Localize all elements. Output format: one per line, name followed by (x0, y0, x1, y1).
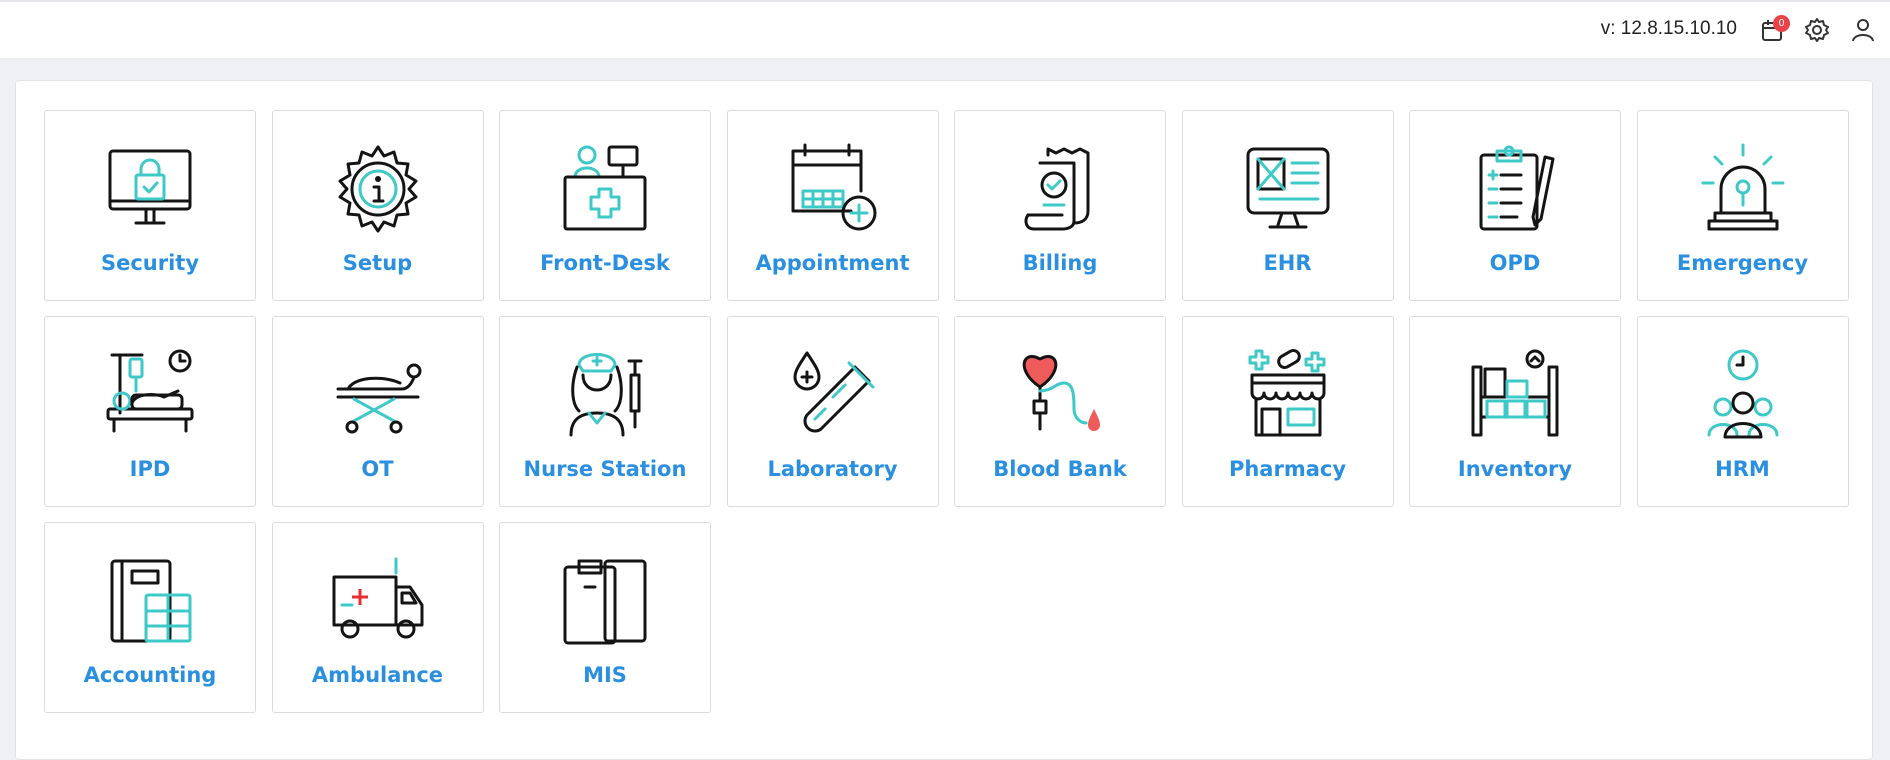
module-grid: Security Setup Front-Desk Appointment Bi… (44, 110, 1849, 713)
gear-info-icon (338, 145, 417, 233)
module-tile-nurse-station[interactable]: Nurse Station (499, 316, 711, 507)
module-tile-ot[interactable]: OT (271, 316, 484, 507)
module-tile-emergency[interactable]: Emergency (1636, 110, 1849, 301)
ambulance-icon (332, 557, 423, 639)
test-tube-icon (793, 351, 874, 433)
module-tile-security[interactable]: Security (44, 110, 256, 301)
nurse-syringe-icon (569, 353, 643, 437)
module-tile-mis[interactable]: MIS (499, 522, 711, 713)
reception-desk-icon (563, 145, 647, 231)
module-tile-billing[interactable]: Billing (954, 110, 1166, 301)
blood-bag-icon (1022, 355, 1100, 431)
monitor-record-icon (1246, 147, 1329, 229)
module-tile-pharmacy[interactable]: Pharmacy (1181, 316, 1394, 507)
clipboard-pen-icon (1479, 145, 1555, 231)
module-label: Front-Desk (540, 251, 670, 275)
module-tile-accounting[interactable]: Accounting (44, 522, 256, 713)
module-tile-front-desk[interactable]: Front-Desk (499, 110, 711, 301)
ledger-calculator-icon (110, 559, 192, 643)
module-label: MIS (583, 663, 627, 687)
module-label: OT (361, 457, 394, 481)
shelves-icon (1471, 349, 1559, 437)
module-label: Security (100, 251, 200, 275)
module-label: EHR (1263, 251, 1312, 275)
people-clock-icon (1707, 349, 1778, 439)
module-label: Emergency (1676, 251, 1809, 275)
module-tile-ambulance[interactable]: Ambulance (271, 522, 484, 713)
module-label: Appointment (755, 251, 910, 275)
module-label: HRM (1715, 457, 1770, 481)
calendar-add-icon (791, 143, 876, 231)
monitor-lock-icon (108, 149, 192, 225)
module-tile-setup[interactable]: Setup (271, 110, 484, 301)
module-label: Inventory (1457, 457, 1573, 481)
module-tile-laboratory[interactable]: Laboratory (726, 316, 939, 507)
module-label: OPD (1489, 251, 1541, 275)
stretcher-icon (336, 363, 421, 434)
pharmacy-store-icon (1248, 349, 1325, 437)
clipboard-icon (563, 559, 647, 645)
module-tile-blood-bank[interactable]: Blood Bank (954, 316, 1166, 507)
module-label: Ambulance (311, 663, 444, 687)
siren-icon (1701, 143, 1784, 231)
module-tile-hrm[interactable]: HRM (1636, 316, 1849, 507)
module-label: Laboratory (767, 457, 898, 481)
module-label: IPD (129, 457, 171, 481)
module-tile-appointment[interactable]: Appointment (726, 110, 939, 301)
module-tile-opd[interactable]: OPD (1409, 110, 1621, 301)
receipt-icon (1024, 147, 1090, 231)
hospital-bed-icon (106, 349, 194, 433)
module-tile-inventory[interactable]: Inventory (1409, 316, 1621, 507)
module-label: Blood Bank (993, 457, 1127, 481)
notification-badge: 0 (1773, 15, 1790, 32)
module-label: Billing (1022, 251, 1098, 275)
module-tile-ehr[interactable]: EHR (1181, 110, 1394, 301)
user-icon[interactable] (1849, 16, 1877, 44)
module-label: Accounting (83, 663, 217, 687)
module-tile-ipd[interactable]: IPD (44, 316, 256, 507)
module-label: Setup (342, 251, 413, 275)
module-label: Nurse Station (523, 457, 687, 481)
version-label: v: 12.8.15.10.10 (1600, 18, 1737, 39)
gear-icon[interactable] (1803, 16, 1831, 44)
module-label: Pharmacy (1228, 457, 1347, 481)
top-bar: v: 12.8.15.10.10 0 (0, 0, 1890, 58)
